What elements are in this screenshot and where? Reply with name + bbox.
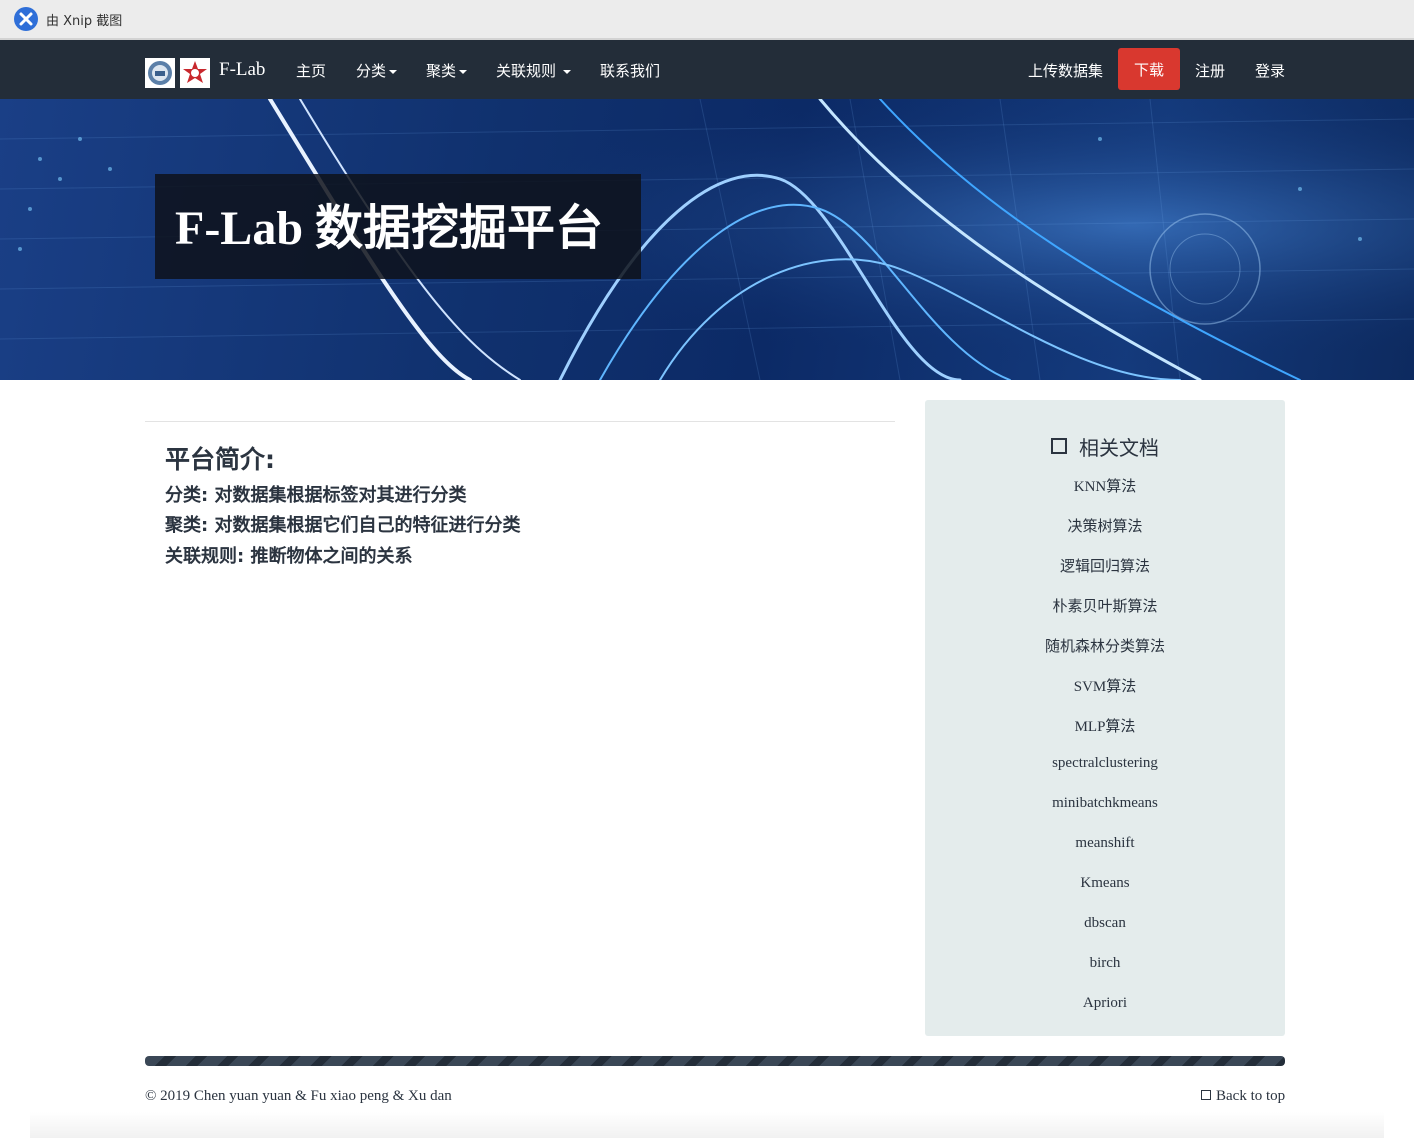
page-bottom-shadow xyxy=(30,1112,1384,1138)
square-icon xyxy=(1051,438,1067,454)
doc-link-spectralclustering[interactable]: spectralclustering xyxy=(925,755,1285,772)
doc-link-dbscan[interactable]: dbscan xyxy=(925,915,1285,932)
doc-link-birch[interactable]: birch xyxy=(925,955,1285,972)
intro-line-association: 关联规则: 推断物体之间的关系 xyxy=(165,546,413,567)
hero-title-box: F-Lab 数据挖掘平台 xyxy=(155,174,641,279)
content-divider xyxy=(145,421,895,422)
nav-home[interactable]: 主页 xyxy=(296,60,326,81)
doc-link-knn[interactable]: KNN算法 xyxy=(925,475,1285,496)
register-link[interactable]: 注册 xyxy=(1195,60,1225,81)
hero-banner: F-Lab 数据挖掘平台 xyxy=(0,99,1414,380)
square-icon xyxy=(1201,1090,1211,1100)
sidebar-title-label: 相关文档 xyxy=(1079,436,1159,460)
intro-line-classification: 分类: 对数据集根据标签对其进行分类 xyxy=(165,485,467,506)
doc-link-decision-tree[interactable]: 决策树算法 xyxy=(925,515,1285,536)
doc-link-svm[interactable]: SVM算法 xyxy=(925,675,1285,696)
doc-link-meanshift[interactable]: meanshift xyxy=(925,835,1285,852)
download-button[interactable]: 下载 xyxy=(1118,48,1180,90)
school-emblem-icon[interactable] xyxy=(180,58,210,88)
nav-classification[interactable]: 分类 xyxy=(356,60,398,81)
caret-down-icon xyxy=(389,69,398,74)
nav-association-rules[interactable]: 关联规则 xyxy=(496,60,572,81)
nav-clustering[interactable]: 聚类 xyxy=(426,60,468,81)
nav-home-label: 主页 xyxy=(296,62,327,80)
doc-link-minibatchkmeans[interactable]: minibatchkmeans xyxy=(925,795,1285,812)
doc-link-mlp[interactable]: MLP算法 xyxy=(925,715,1285,736)
xnip-label: 由 Xnip 截图 xyxy=(46,13,123,29)
nav-contact-us[interactable]: 联系我们 xyxy=(600,60,660,81)
footer-stripe xyxy=(145,1056,1285,1066)
related-docs-sidebar: 相关文档 KNN算法 决策树算法 逻辑回归算法 朴素贝叶斯算法 随机森林分类算法… xyxy=(925,400,1285,1036)
doc-link-kmeans[interactable]: Kmeans xyxy=(925,875,1285,892)
copyright-text: © 2019 Chen yuan yuan & Fu xiao peng & X… xyxy=(145,1088,452,1104)
login-link[interactable]: 登录 xyxy=(1255,60,1285,81)
nav-contact-us-label: 联系我们 xyxy=(600,62,661,80)
back-to-top-link[interactable]: Back to top xyxy=(1201,1088,1285,1105)
sidebar-title: 相关文档 xyxy=(925,432,1285,461)
nav-clustering-label: 聚类 xyxy=(426,62,457,80)
caret-down-icon xyxy=(459,69,468,74)
upload-dataset-link[interactable]: 上传数据集 xyxy=(1028,60,1103,81)
doc-link-apriori[interactable]: Apriori xyxy=(925,995,1285,1012)
xnip-header: 由 Xnip 截图 xyxy=(0,0,1414,40)
doc-link-naive-bayes[interactable]: 朴素贝叶斯算法 xyxy=(925,595,1285,616)
nav-association-rules-label: 关联规则 xyxy=(496,62,557,80)
nav-classification-label: 分类 xyxy=(356,62,387,80)
intro-line-clustering: 聚类: 对数据集根据它们自己的特征进行分类 xyxy=(165,515,521,536)
xnip-logo-icon xyxy=(14,7,38,31)
brand-name[interactable]: F-Lab xyxy=(219,59,265,81)
caret-down-icon xyxy=(563,69,572,74)
university-logo-icon[interactable] xyxy=(145,58,175,88)
doc-link-random-forest[interactable]: 随机森林分类算法 xyxy=(925,635,1285,656)
doc-link-logistic-regression[interactable]: 逻辑回归算法 xyxy=(925,555,1285,576)
intro-title: 平台简介: xyxy=(165,445,275,474)
navbar: F-Lab 主页 分类 聚类 关联规则 联系我们 上传数据集 下载 注册 登录 xyxy=(0,40,1414,99)
back-to-top-label: Back to top xyxy=(1216,1088,1286,1104)
hero-title: F-Lab 数据挖掘平台 xyxy=(175,202,604,255)
